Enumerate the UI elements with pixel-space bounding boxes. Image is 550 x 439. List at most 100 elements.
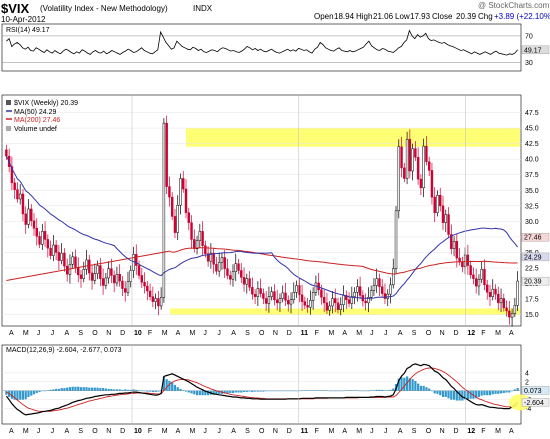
candle-down [486,284,489,293]
macd-histogram-bar [317,390,320,391]
candle-up [162,122,166,298]
macd-x-tick-label: D [120,428,125,435]
macd-histogram-bar [356,390,359,391]
resistance-highlight-zone [186,128,520,147]
candle-down [229,275,232,280]
rsi-title: RSI(14) 49.17 [6,27,50,34]
macd-histogram-bar [132,389,135,391]
macd-histogram-bar [146,390,149,392]
candle-up [394,210,398,269]
watermark: @ StockCharts.com [478,1,550,10]
high-value: 21.06 [373,12,394,21]
candle-up [278,298,282,304]
macd-histogram-bar [32,390,36,395]
macd-histogram-bar [450,390,453,400]
legend-ma200: MA(200) 27.46 [14,117,60,124]
candle-down [441,205,445,223]
candle-up [314,282,318,293]
price-x-tick-label: M [328,330,334,337]
macd-histogram-bar [436,390,439,394]
candle-up [405,139,409,179]
candle-down [204,245,207,254]
price-x-tick-label: S [245,330,250,337]
macd-histogram-bar [486,390,489,396]
price-x-tick-label: S [78,330,83,337]
macd-histogram-bar [414,380,417,391]
macd-histogram-bar [425,387,428,391]
candle-up [328,305,331,311]
price-tick-label: 17.5 [525,297,539,304]
candle-down [49,247,52,256]
candle-down [212,252,215,265]
macd-histogram-bar [267,390,271,392]
price-x-tick-label: F [148,330,152,337]
macd-histogram-bar [284,390,287,392]
candle-down [472,274,475,279]
macd-histogram-bar [488,390,492,396]
candle-down [306,305,309,308]
macd-x-tick-label: 12 [467,428,475,435]
macd-histogram-bar [52,389,55,391]
macd-x-tick-label: F [148,428,152,435]
price-x-tick-label: M [23,330,29,337]
legend-ma50: MA(50) 24.29 [14,109,57,116]
candle-down [334,298,337,304]
candle-down [264,298,268,304]
macd-histogram-bar [190,390,193,394]
macd-histogram-bar [82,387,85,391]
price-tick-label: 45.0 [525,126,539,133]
candle-down [439,195,442,207]
price-x-tick-label: A [398,330,403,337]
candle-down [336,302,340,310]
rsi-value-label: 49.17 [524,47,542,54]
candle-down [320,289,323,298]
macd-x-tick-label: J [37,428,41,435]
price-tick-label: 37.5 [525,172,539,179]
price-x-tick-label: 11 [301,330,309,337]
macd-histogram-bar [372,390,376,391]
candle-down [466,254,470,266]
candle-down [112,275,116,284]
candle-down [43,231,47,240]
macd-histogram-bar [63,388,66,391]
macd-histogram-bar [334,390,337,392]
price-x-tick-label: N [440,330,445,337]
macd-histogram-bar [187,390,190,393]
macd-histogram-bar [276,390,279,392]
macd-histogram-bar [342,390,345,392]
macd-histogram-bar [469,390,472,399]
candle-down [187,212,190,223]
candle-down [30,208,33,222]
macd-histogram-bar [173,384,177,391]
macd-histogram-bar [201,390,204,396]
macd-x-tick-label: J [203,428,207,435]
macd-histogram-bar [157,390,160,392]
macd-panel [1,344,522,425]
candle-down [469,265,472,276]
candle-up [115,273,119,284]
price-x-tick-label: J [37,330,41,337]
candle-up [397,146,401,212]
macd-histogram-bar [57,388,60,391]
macd-histogram-bar [242,390,246,393]
macd-histogram-bar [21,390,25,400]
macd-histogram-bar [306,390,309,391]
candle-down [502,298,506,309]
macd-histogram-bar [121,389,124,391]
macd-x-tick-label: 11 [301,428,309,435]
candle-up [220,257,224,263]
candle-down [54,244,58,253]
candle-up [289,299,293,305]
macd-histogram-bar [71,386,74,391]
legend-vix: $VIX (Weekly) 20.39 [14,100,78,107]
macd-histogram-bar [104,388,107,391]
candle-down [400,146,403,169]
candle-up [292,292,295,300]
price-x-tick-label: O [259,330,265,337]
macd-histogram-bar [253,390,257,392]
macd-x-tick-label: A [9,428,14,435]
macd-histogram-bar [331,390,334,392]
macd-x-tick-label: S [78,428,83,435]
macd-histogram-bar [245,390,248,393]
macd-histogram-bar [137,390,141,391]
